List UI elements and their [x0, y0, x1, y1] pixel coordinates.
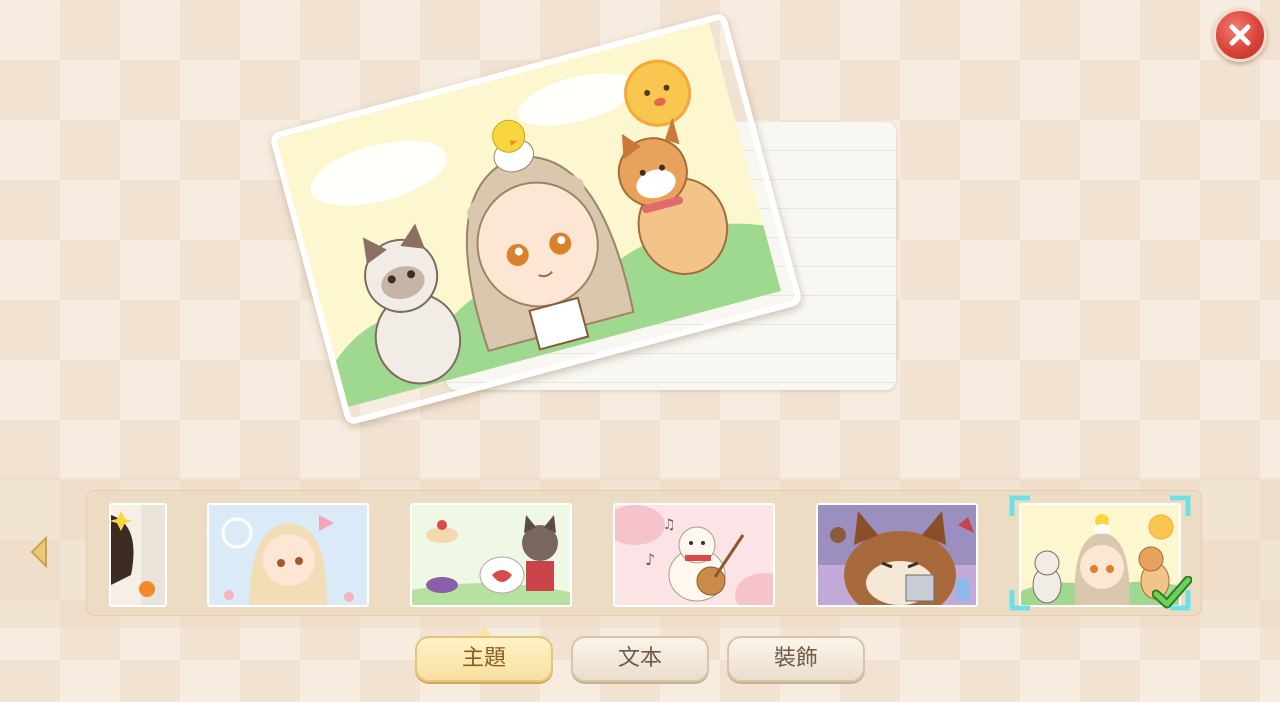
theme-thumbnail-tea-party[interactable]	[410, 503, 572, 607]
close-icon	[1229, 24, 1251, 46]
theme-thumbnail-partial[interactable]	[109, 503, 167, 607]
close-button[interactable]	[1213, 8, 1267, 62]
theme-thumbnail-blonde-girl[interactable]	[207, 503, 369, 607]
tab-theme[interactable]: 主題	[415, 636, 553, 682]
checkmark-icon	[1152, 576, 1192, 609]
chevron-left-icon	[30, 535, 47, 569]
tab-decoration[interactable]: 裝飾	[727, 636, 865, 682]
tab-text[interactable]: 文本	[571, 636, 709, 682]
svg-text:♫: ♫	[663, 517, 676, 533]
theme-thumbnail-hamster-music[interactable]: ♪ ♫	[613, 503, 775, 607]
previous-themes-button[interactable]	[28, 535, 50, 569]
svg-text:♪: ♪	[645, 550, 655, 569]
theme-thumbnail-shiba-cleaver[interactable]	[816, 503, 978, 607]
active-tab-pointer	[476, 624, 492, 636]
selection-frame	[1008, 494, 1192, 612]
